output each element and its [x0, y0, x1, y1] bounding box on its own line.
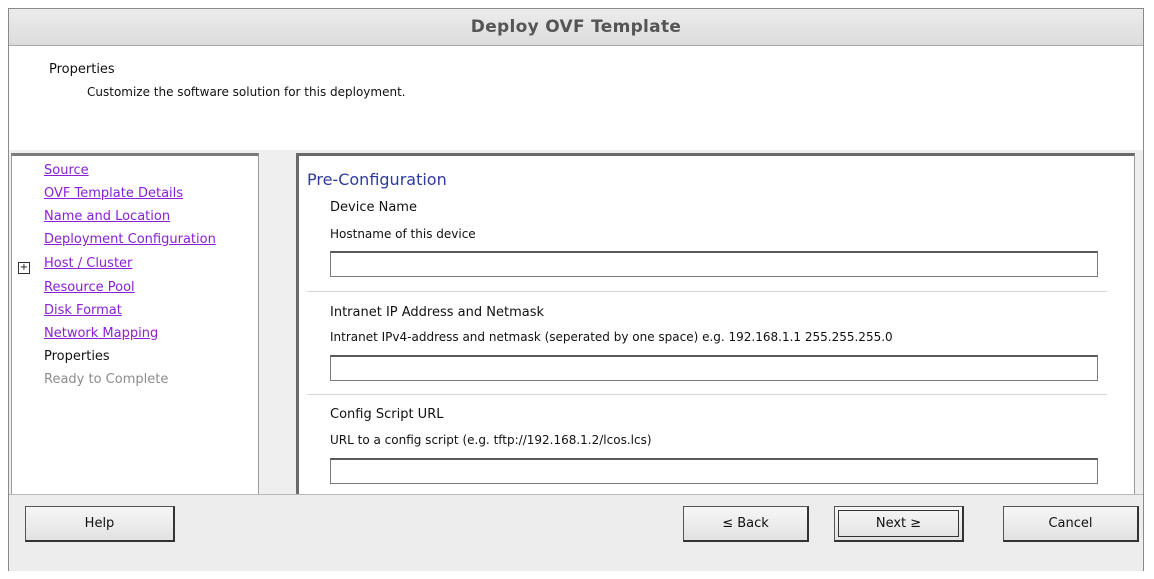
device-name-description: Hostname of this device: [330, 227, 476, 241]
expand-icon[interactable]: +: [18, 262, 30, 274]
step-ovf-template-details[interactable]: OVF Template Details: [44, 186, 183, 201]
page-subtitle: Customize the software solution for this…: [87, 85, 406, 99]
button-bar: Help ≤ Back Next ≥ Cancel: [9, 494, 1143, 571]
device-name-input[interactable]: [330, 251, 1098, 277]
step-host-cluster[interactable]: Host / Cluster: [44, 256, 132, 271]
step-name-and-location[interactable]: Name and Location: [44, 209, 170, 224]
config-script-url-description: URL to a config script (e.g. tftp://192.…: [330, 433, 652, 447]
step-network-mapping[interactable]: Network Mapping: [44, 326, 158, 341]
page-title: Properties: [49, 62, 115, 77]
step-disk-format[interactable]: Disk Format: [44, 303, 122, 318]
properties-panel: Pre-Configuration Device Name Hostname o…: [296, 153, 1135, 495]
title-bar: Deploy OVF Template: [9, 9, 1143, 46]
separator: [307, 394, 1107, 395]
step-properties: Properties: [44, 349, 110, 364]
ip-netmask-label: Intranet IP Address and Netmask: [330, 305, 544, 320]
page-header: Properties Customize the software soluti…: [9, 46, 1143, 151]
ip-netmask-description: Intranet IPv4-address and netmask (seper…: [330, 330, 893, 344]
help-button[interactable]: Help: [25, 506, 175, 542]
step-deployment-configuration[interactable]: Deployment Configuration: [44, 232, 216, 247]
cancel-button[interactable]: Cancel: [1003, 506, 1139, 542]
help-button-label: Help: [84, 516, 115, 531]
body-area: Source OVF Template Details Name and Loc…: [9, 150, 1143, 505]
back-button[interactable]: ≤ Back: [683, 506, 809, 542]
step-ready-to-complete: Ready to Complete: [44, 372, 169, 387]
config-script-url-label: Config Script URL: [330, 407, 444, 422]
next-button[interactable]: Next ≥: [834, 506, 964, 542]
deploy-ovf-dialog: Deploy OVF Template Properties Customize…: [8, 8, 1144, 571]
section-title: Pre-Configuration: [307, 170, 447, 189]
next-button-label: Next ≥: [838, 510, 959, 537]
separator: [307, 291, 1107, 292]
cancel-button-label: Cancel: [1048, 516, 1093, 531]
window-title: Deploy OVF Template: [470, 17, 682, 37]
back-button-label: ≤ Back: [722, 516, 769, 531]
wizard-steps: Source OVF Template Details Name and Loc…: [11, 153, 259, 505]
step-source[interactable]: Source: [44, 163, 89, 178]
ip-netmask-input[interactable]: [330, 355, 1098, 381]
config-script-url-input[interactable]: [330, 458, 1098, 484]
step-resource-pool[interactable]: Resource Pool: [44, 280, 135, 295]
device-name-label: Device Name: [330, 200, 417, 215]
